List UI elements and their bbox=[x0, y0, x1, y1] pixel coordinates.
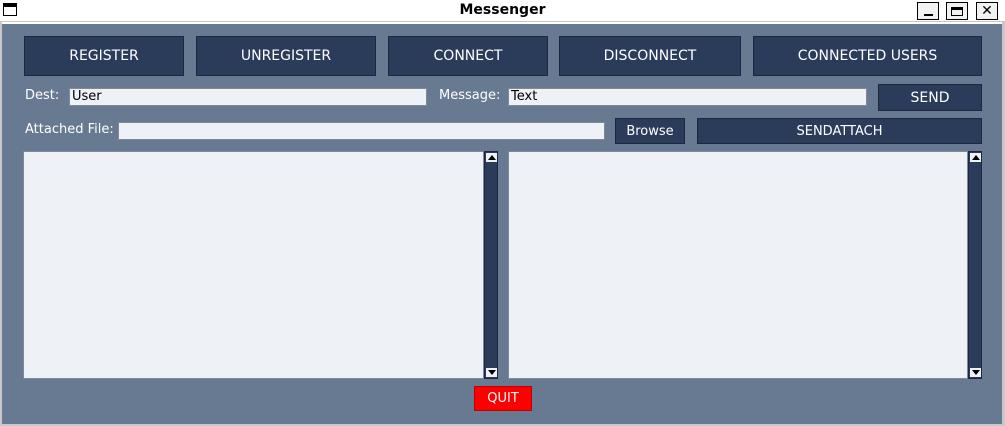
attached-file-label: Attached File: bbox=[25, 122, 114, 137]
disconnect-button[interactable]: DISCONNECT bbox=[559, 36, 741, 76]
scroll-down-button[interactable] bbox=[486, 368, 497, 377]
arrow-down-icon bbox=[487, 370, 496, 375]
message-input[interactable]: Text bbox=[508, 88, 867, 106]
messages-textarea[interactable] bbox=[23, 151, 484, 379]
scroll-up-button[interactable] bbox=[970, 153, 981, 162]
maximize-button[interactable] bbox=[946, 2, 968, 20]
browse-button[interactable]: Browse bbox=[615, 118, 685, 144]
arrow-up-icon bbox=[487, 155, 496, 160]
messenger-panel: REGISTER UNREGISTER CONNECT DISCONNECT C… bbox=[2, 24, 1002, 424]
connect-button[interactable]: CONNECT bbox=[388, 36, 548, 76]
arrow-down-icon bbox=[971, 370, 980, 375]
messages-scrollbar[interactable] bbox=[484, 151, 498, 379]
close-icon: ✕ bbox=[981, 3, 993, 19]
minimize-icon bbox=[923, 14, 933, 16]
minimize-button[interactable] bbox=[917, 2, 939, 20]
maximize-icon bbox=[951, 6, 963, 16]
connected-users-button[interactable]: CONNECTED USERS bbox=[753, 36, 982, 76]
scroll-up-button[interactable] bbox=[486, 153, 497, 162]
close-button[interactable]: ✕ bbox=[976, 2, 998, 20]
arrow-up-icon bbox=[971, 155, 980, 160]
sendattach-button[interactable]: SENDATTACH bbox=[697, 118, 982, 144]
dest-label: Dest: bbox=[25, 88, 60, 103]
scroll-down-button[interactable] bbox=[970, 368, 981, 377]
title-bar: Messenger ✕ bbox=[0, 0, 1005, 22]
window-title: Messenger bbox=[459, 2, 546, 18]
quit-button[interactable]: QUIT bbox=[474, 386, 532, 411]
unregister-button[interactable]: UNREGISTER bbox=[196, 36, 376, 76]
message-label: Message: bbox=[439, 88, 501, 103]
send-button[interactable]: SEND bbox=[878, 84, 982, 111]
users-textarea[interactable] bbox=[508, 151, 968, 379]
attached-file-input[interactable] bbox=[118, 122, 605, 140]
dest-input[interactable]: User bbox=[69, 88, 427, 106]
users-scrollbar[interactable] bbox=[968, 151, 982, 379]
register-button[interactable]: REGISTER bbox=[24, 36, 184, 76]
